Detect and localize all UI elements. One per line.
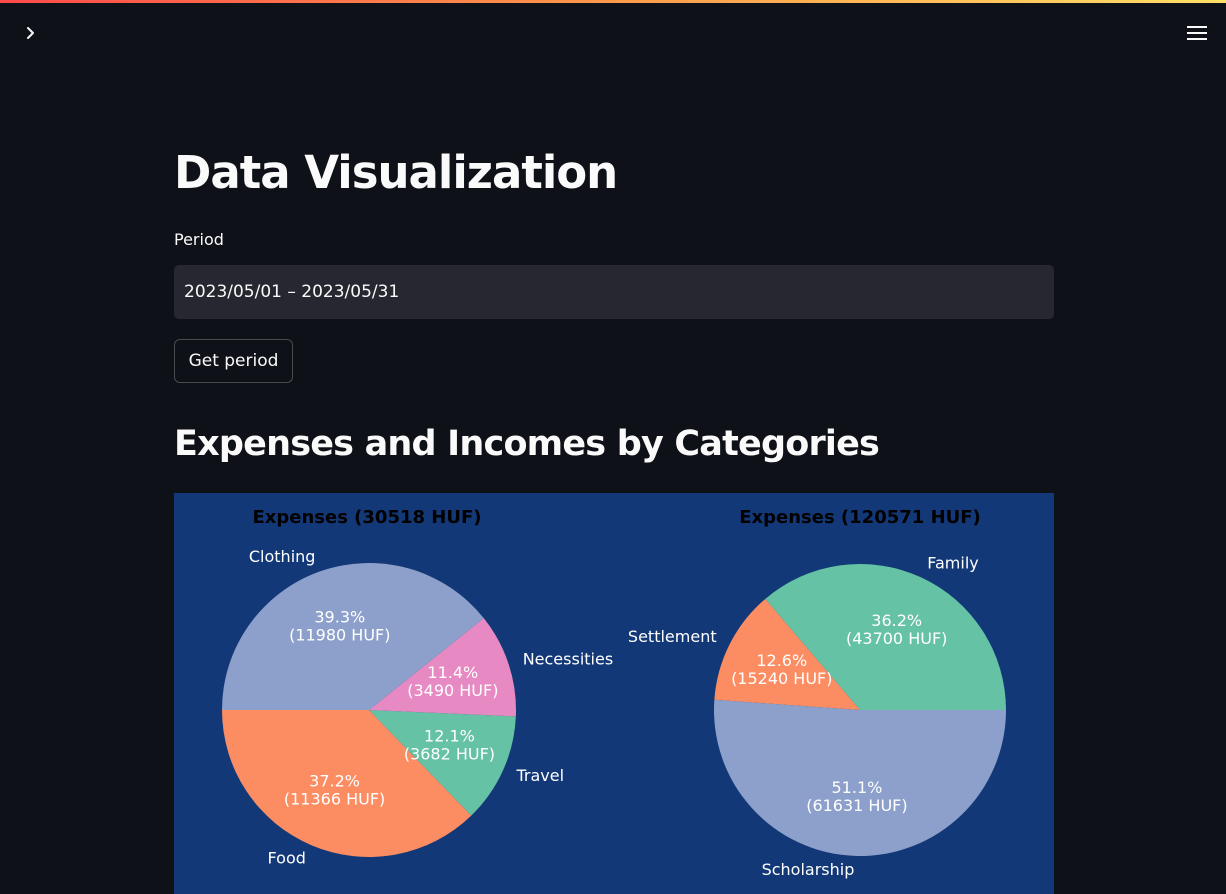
pie-value-label: (3490 HUF): [407, 681, 498, 700]
pie-charts-svg: Expenses (30518 HUF) Food 37.2%(11366 HUF)…: [222, 507, 1006, 879]
hamburger-menu-icon: [1187, 26, 1207, 40]
chevron-right-icon: [27, 27, 34, 39]
pie-category-label: Clothing: [249, 547, 316, 566]
pie-category-label: Food: [268, 848, 306, 867]
pie-value-label: (61631 HUF): [806, 796, 907, 815]
pie-percent-label: 39.3%: [314, 607, 365, 626]
pie-percent-label: 36.2%: [871, 611, 922, 630]
page-title: Data Visualization: [174, 146, 618, 199]
pie-value-label: (11980 HUF): [289, 625, 390, 644]
pie-value-label: (15240 HUF): [731, 669, 832, 688]
section-heading: Expenses and Incomes by Categories: [174, 424, 880, 464]
pie-charts-figure: Expenses (30518 HUF) Food 37.2% (11366 HUF)…: [174, 493, 1054, 894]
pie-category-label: Family: [927, 554, 978, 573]
main-content: Data Visualization Period 2023/05/01 – 2…: [174, 0, 1054, 894]
pie-percent-label: 12.1%: [424, 727, 475, 746]
main-menu-button[interactable]: [1184, 20, 1210, 46]
pie-category-label: Scholarship: [762, 860, 855, 879]
pie-value-label: (43700 HUF): [846, 629, 947, 648]
pie-category-label: Necessities: [523, 649, 613, 668]
pie-chart-title: Expenses (30518 HUF): [252, 507, 481, 528]
period-input-value: 2023/05/01 – 2023/05/31: [184, 282, 400, 302]
sidebar-toggle-button[interactable]: [18, 20, 44, 46]
period-date-range-input[interactable]: 2023/05/01 – 2023/05/31: [174, 265, 1054, 319]
pie-category-label: Travel: [515, 766, 564, 785]
period-label: Period: [174, 230, 224, 249]
pie-percent-label: 51.1%: [832, 778, 883, 797]
get-period-button[interactable]: Get period: [174, 339, 293, 383]
pie-category-label: Settlement: [628, 627, 717, 646]
pie-percent-label: 11.4%: [427, 663, 478, 682]
pie-value-label: (3682 HUF): [404, 745, 495, 764]
pie-percent-label: 37.2%: [309, 772, 360, 791]
pie-value-label: (11366 HUF): [284, 790, 385, 809]
pie-percent-label: 12.6%: [756, 651, 807, 670]
pie-chart-title: Expenses (120571 HUF): [739, 507, 981, 528]
